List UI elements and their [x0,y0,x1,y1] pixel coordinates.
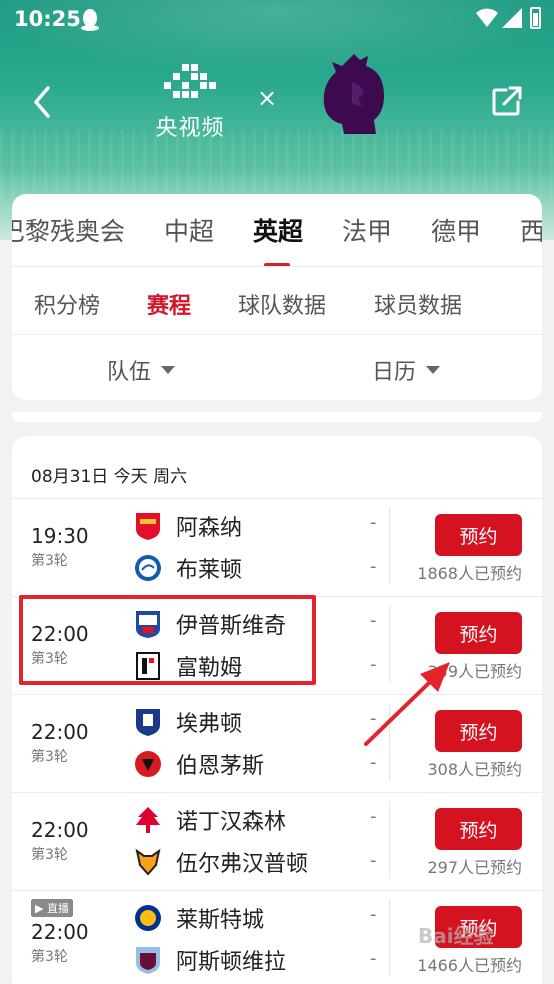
match-time: 22:00 [31,920,89,944]
battery-icon [530,7,541,29]
reserve-button[interactable]: 预约 [435,612,522,654]
reservation-count: 1868人已预约 [417,564,522,583]
nottingham-forest-badge-icon [136,807,160,833]
wolves-badge-icon [135,848,161,876]
match-round: 第3轮 [31,749,68,765]
subtab-schedule[interactable]: 赛程 [147,288,191,320]
annotation-arrow-icon [364,662,450,746]
home-team-name: 莱斯特城 [176,908,265,933]
status-time: 10:25 [14,7,81,31]
match-row[interactable]: 22:00 第3轮 埃弗顿 伯恩茅斯 - - 预约 308人已预约 [12,694,542,792]
away-score: - [370,556,377,577]
home-score: - [370,610,377,631]
match-list: 08月31日 今天 周六 19:30 第3轮 阿森纳 布莱顿 - - 预约 18… [12,436,542,984]
tab-laliga[interactable]: 西 [520,212,542,248]
reserve-button[interactable]: 预约 [435,808,522,850]
away-score: - [370,850,377,871]
watermark: Bai经验 [418,924,494,948]
home-team-name: 诺丁汉森林 [176,810,287,835]
away-team: 布莱顿 [134,552,242,584]
match-row[interactable]: 22:00 第3轮 诺丁汉森林 伍尔弗汉普顿 - - 预约 297人已预约 [12,792,542,890]
arsenal-badge-icon [136,513,160,540]
status-bar: 10:25 [0,0,554,40]
away-team: 伍尔弗汉普顿 [134,846,308,878]
away-team-name: 布莱顿 [176,558,243,583]
away-score: - [370,948,377,969]
row-divider [12,792,542,793]
tab-csl[interactable]: 中超 [164,212,214,248]
home-team: 阿森纳 [134,510,242,542]
team-filter-label: 队伍 [107,360,152,385]
row-divider-vertical [389,802,390,878]
tab-paralympics[interactable]: 巴黎残奥会 [12,212,125,248]
divider [12,266,542,267]
share-icon[interactable] [490,84,524,118]
away-team: 阿斯顿维拉 [134,944,286,976]
date-header: 08月31日 今天 周六 [31,467,188,487]
everton-badge-icon [136,709,160,736]
subtab-player-stats[interactable]: 球员数据 [374,288,462,320]
subtab-team-stats[interactable]: 球队数据 [238,288,326,320]
away-team: 伯恩茅斯 [134,748,264,780]
home-score: - [370,904,377,925]
match-round: 第3轮 [31,949,68,965]
tab-premier-league-label: 英超 [253,217,304,246]
subtab-standings[interactable]: 积分榜 [34,288,100,320]
divider [12,334,542,335]
spacer-card [12,412,542,422]
row-divider-vertical [389,900,390,976]
aston-villa-badge-icon [136,947,160,974]
tab-bundesliga[interactable]: 德甲 [431,212,481,248]
home-score: - [370,512,377,533]
home-score: - [370,806,377,827]
brighton-badge-icon [135,555,161,581]
reserve-button[interactable]: 预约 [435,514,522,556]
row-divider [12,890,542,891]
away-team-name: 阿斯顿维拉 [176,950,287,975]
match-time: 22:00 [31,720,89,744]
home-team-name: 埃弗顿 [176,712,243,737]
away-team-name: 伯恩茅斯 [176,754,265,779]
live-badge: ▶ 直播 [31,899,73,917]
away-score: - [370,752,377,773]
leicester-badge-icon [135,905,161,931]
back-icon[interactable] [28,84,58,120]
home-team: 诺丁汉森林 [134,804,286,836]
reservation-count: 308人已预约 [427,760,522,779]
times-sign: × [257,84,278,112]
tab-premier-league[interactable]: 英超 [253,212,304,267]
home-team: 埃弗顿 [134,706,242,738]
match-round: 第3轮 [31,847,68,863]
qq-icon [81,9,99,31]
match-time: 19:30 [31,524,89,548]
team-filter-dropdown[interactable]: 队伍 [107,354,176,386]
caret-down-icon [161,366,176,374]
match-round: 第3轮 [31,553,68,569]
reservation-count: 297人已预约 [427,858,522,877]
calendar-filter-label: 日历 [372,360,417,385]
league-card: 巴黎残奥会 中超 英超 法甲 德甲 西 积分榜 赛程 球队数据 球员数据 队伍 … [12,194,542,400]
league-tabs: 巴黎残奥会 中超 英超 法甲 德甲 西 [12,194,542,267]
reservation-count: 1466人已预约 [417,956,522,975]
home-team: 莱斯特城 [134,902,264,934]
highlight-box [19,595,316,685]
wifi-icon [476,8,498,27]
match-time: 22:00 [31,818,89,842]
bournemouth-badge-icon [135,751,161,777]
row-divider [12,498,542,499]
calendar-filter-dropdown[interactable]: 日历 [372,354,441,386]
signal-icon [502,8,522,28]
premier-league-lion-icon [323,54,384,134]
cctv-video-logo-text: 央视频 [155,116,225,141]
tab-ligue1[interactable]: 法甲 [342,212,392,248]
row-divider [12,694,542,695]
caret-down-icon [426,366,441,374]
match-row[interactable]: 19:30 第3轮 阿森纳 布莱顿 - - 预约 1868人已预约 [12,498,542,596]
cctv-video-logo-icon [164,64,216,98]
away-team-name: 伍尔弗汉普顿 [176,852,309,877]
home-team-name: 阿森纳 [176,516,243,541]
row-divider-vertical [389,508,390,584]
